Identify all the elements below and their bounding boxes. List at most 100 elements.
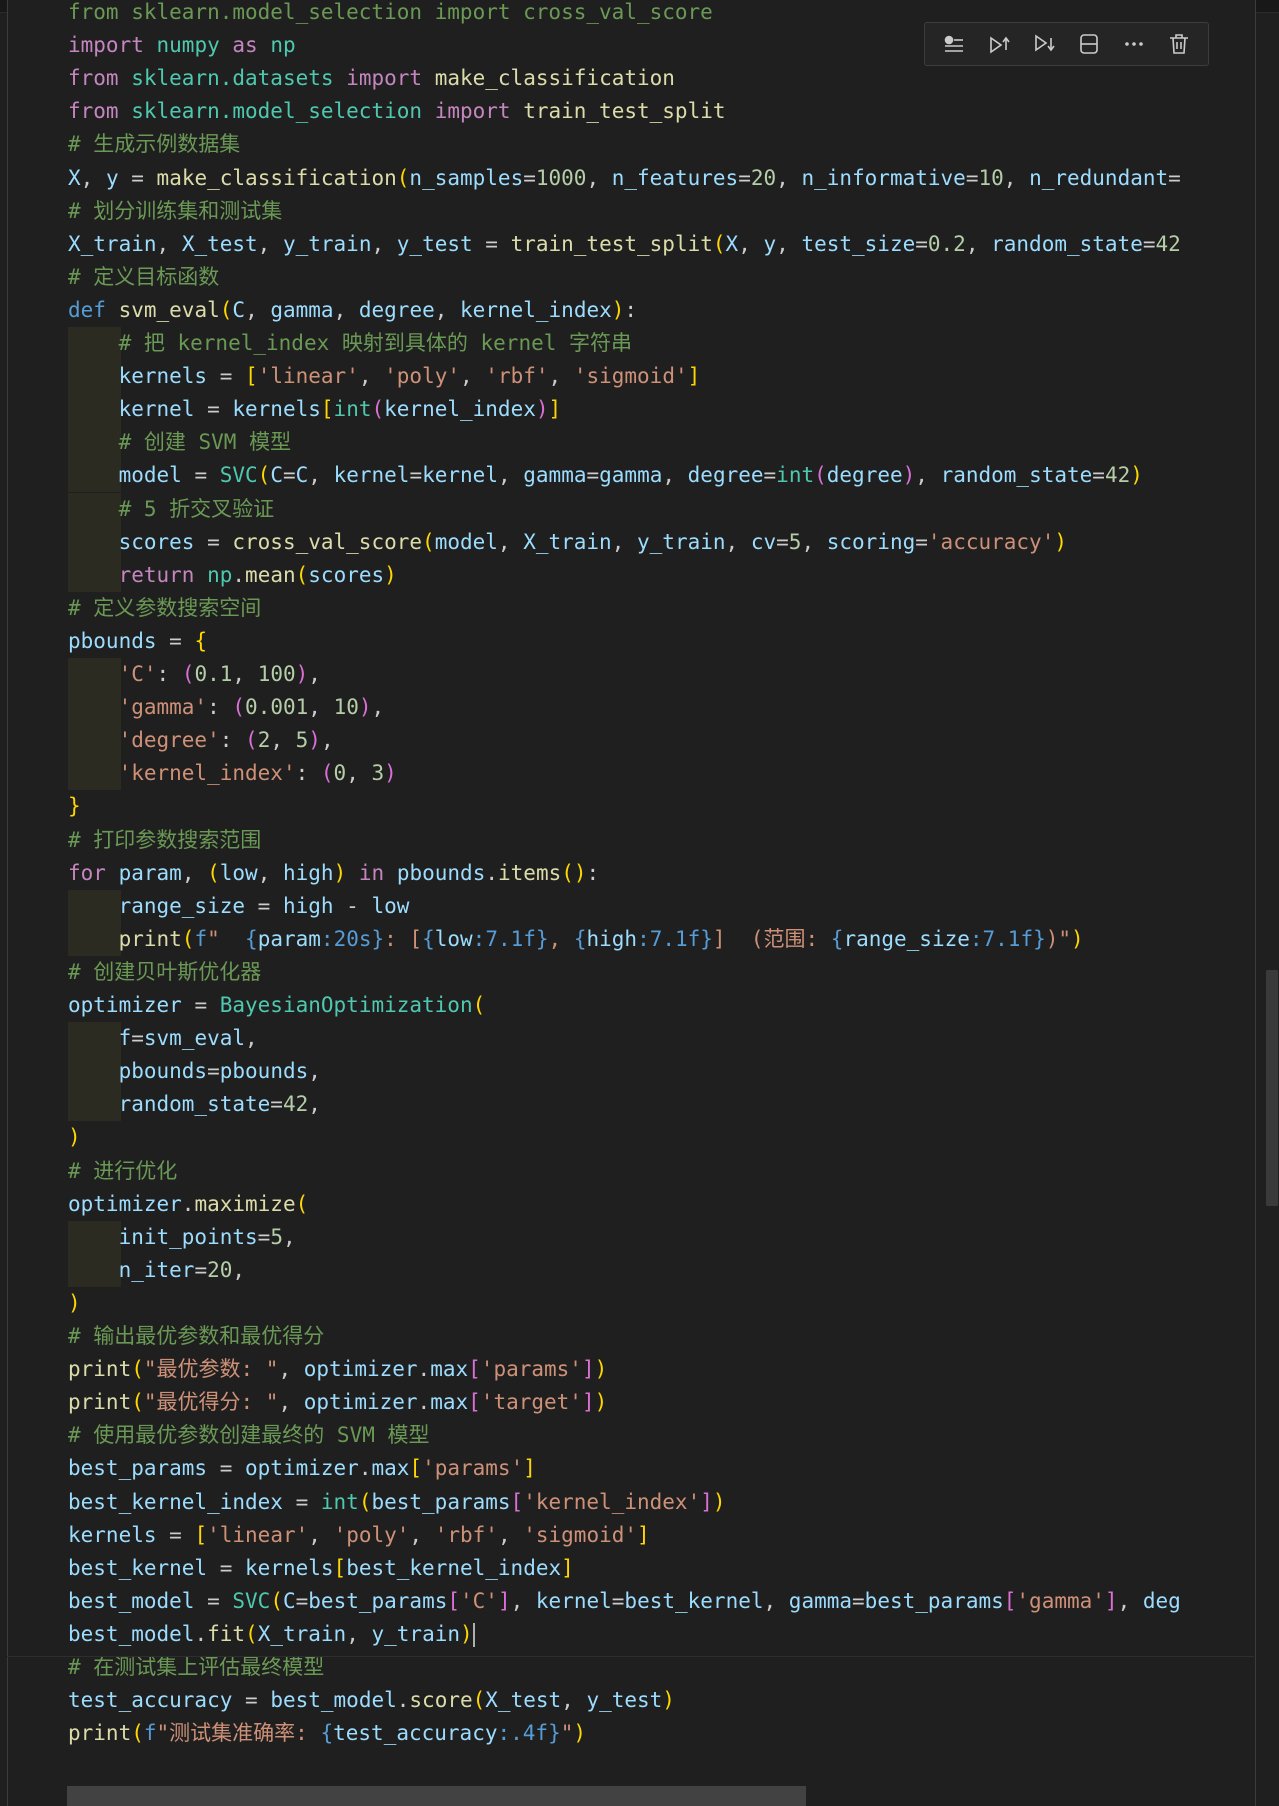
code-token: ] bbox=[581, 1357, 595, 1382]
code-line[interactable]: kernels = ['linear', 'poly', 'rbf', 'sig… bbox=[68, 360, 1255, 393]
code-line[interactable]: # 输出最优参数和最优得分 bbox=[68, 1320, 1255, 1353]
code-line[interactable]: model = SVC(C=C, kernel=kernel, gamma=ga… bbox=[68, 459, 1255, 492]
code-line[interactable]: optimizer.maximize( bbox=[68, 1188, 1255, 1221]
code-token: ( bbox=[232, 695, 246, 720]
code-line[interactable]: for param, (low, high) in pbounds.items(… bbox=[68, 857, 1255, 890]
code-token: ( bbox=[245, 1621, 258, 1646]
code-line[interactable]: range_size = high - low bbox=[68, 890, 1255, 923]
code-token: make_classification bbox=[434, 66, 675, 91]
code-line[interactable]: # 打印参数搜索范围 bbox=[68, 824, 1255, 857]
code-token: pbounds bbox=[118, 1059, 208, 1084]
code-token: = bbox=[194, 1257, 208, 1282]
code-token: kernel bbox=[422, 463, 498, 488]
code-line[interactable]: def svm_eval(C, gamma, degree, kernel_in… bbox=[68, 294, 1255, 327]
code-line[interactable]: kernel = kernels[int(kernel_index)] bbox=[68, 393, 1255, 426]
code-line[interactable]: init_points=5, bbox=[68, 1221, 1255, 1254]
code-token: = bbox=[611, 1588, 625, 1613]
code-line[interactable]: ) bbox=[68, 1121, 1255, 1154]
code-token: from sklearn.model_selection import cros… bbox=[68, 0, 713, 24]
code-line[interactable]: X_train, X_test, y_train, y_test = train… bbox=[68, 228, 1255, 261]
code-token: - bbox=[333, 893, 372, 918]
code-line[interactable]: optimizer = BayesianOptimization( bbox=[68, 989, 1255, 1022]
code-line[interactable]: X, y = make_classification(n_samples=100… bbox=[68, 162, 1255, 195]
code-line[interactable]: # 创建 SVM 模型 bbox=[68, 426, 1255, 459]
horizontal-scrollbar-thumb[interactable] bbox=[67, 1786, 806, 1806]
vertical-scrollbar-thumb[interactable] bbox=[1266, 970, 1278, 1206]
code-line[interactable]: # 生成示例数据集 bbox=[68, 128, 1255, 161]
code-token: n_features bbox=[611, 165, 739, 190]
code-line[interactable]: best_model = SVC(C=best_params['C'], ker… bbox=[68, 1585, 1255, 1618]
code-token: = bbox=[207, 1456, 246, 1481]
code-line[interactable]: # 把 kernel_index 映射到具体的 kernel 字符串 bbox=[68, 327, 1255, 360]
code-line[interactable]: # 创建贝叶斯优化器 bbox=[68, 956, 1255, 989]
code-token: ( bbox=[358, 1489, 372, 1514]
code-line[interactable]: f=svm_eval, bbox=[68, 1022, 1255, 1055]
code-line[interactable]: best_model.fit(X_train, y_train) bbox=[68, 1618, 1255, 1651]
code-line[interactable]: # 定义目标函数 bbox=[68, 261, 1255, 294]
code-token: param bbox=[118, 860, 182, 885]
code-token: [ bbox=[320, 397, 334, 422]
code-token: 'params' bbox=[480, 1357, 582, 1382]
code-line[interactable]: pbounds = { bbox=[68, 625, 1255, 658]
code-line[interactable]: # 使用最优参数创建最终的 SVM 模型 bbox=[68, 1419, 1255, 1452]
code-line[interactable]: 'degree': (2, 5), bbox=[68, 724, 1255, 757]
outline-toggle-button[interactable] bbox=[938, 28, 970, 60]
notebook-code-cell[interactable]: from sklearn.model_selection import cros… bbox=[7, 0, 1256, 1806]
code-line[interactable]: 'kernel_index': (0, 3) bbox=[68, 757, 1255, 790]
code-line[interactable]: # 5 折交叉验证 bbox=[68, 493, 1255, 526]
code-line[interactable]: n_iter=20, bbox=[68, 1254, 1255, 1287]
run-below-button[interactable] bbox=[1028, 28, 1060, 60]
code-token: best_params bbox=[371, 1489, 511, 1514]
code-token: ) bbox=[902, 463, 916, 488]
split-cell-button[interactable] bbox=[1073, 28, 1105, 60]
code-editor[interactable]: from sklearn.model_selection import cros… bbox=[8, 0, 1255, 1806]
code-line[interactable]: test_accuracy = best_model.score(X_test,… bbox=[68, 1684, 1255, 1717]
code-line[interactable]: scores = cross_val_score(model, X_train,… bbox=[68, 526, 1255, 559]
code-line[interactable]: # 定义参数搜索空间 bbox=[68, 592, 1255, 625]
code-line[interactable]: random_state=42, bbox=[68, 1088, 1255, 1121]
code-token: . bbox=[417, 1357, 431, 1382]
code-token: # 使用最优参数创建最终的 SVM 模型 bbox=[68, 1423, 430, 1448]
code-token: 'linear' bbox=[207, 1522, 309, 1547]
code-token: "最优得分: " bbox=[143, 1390, 279, 1415]
code-token: [ bbox=[194, 1522, 208, 1547]
code-line[interactable]: 'C': (0.1, 100), bbox=[68, 658, 1255, 691]
code-line[interactable]: from sklearn.model_selection import trai… bbox=[68, 95, 1255, 128]
code-line[interactable]: print("最优得分: ", optimizer.max['target']) bbox=[68, 1386, 1255, 1419]
code-line[interactable]: pbounds=pbounds, bbox=[68, 1055, 1255, 1088]
code-line[interactable]: print(f"测试集准确率: {test_accuracy:.4f}") bbox=[68, 1717, 1255, 1750]
code-line[interactable]: from sklearn.datasets import make_classi… bbox=[68, 62, 1255, 95]
code-token: ] bbox=[1104, 1588, 1118, 1613]
code-line[interactable]: 'gamma': (0.001, 10), bbox=[68, 691, 1255, 724]
code-line[interactable]: best_kernel = kernels[best_kernel_index] bbox=[68, 1552, 1255, 1585]
code-line[interactable]: print(f" {param:20s}: [{low:7.1f}, {high… bbox=[68, 923, 1255, 956]
code-line[interactable]: } bbox=[68, 790, 1255, 823]
code-line[interactable]: kernels = ['linear', 'poly', 'rbf', 'sig… bbox=[68, 1519, 1255, 1552]
code-token: best_params bbox=[68, 1456, 208, 1481]
code-token: ( bbox=[207, 860, 220, 885]
code-line[interactable]: ) bbox=[68, 1287, 1255, 1320]
more-actions-button[interactable] bbox=[1118, 28, 1150, 60]
code-token: print bbox=[68, 1390, 132, 1415]
code-token: # 创建 SVM 模型 bbox=[118, 430, 292, 455]
code-line[interactable]: best_params = optimizer.max['params'] bbox=[68, 1452, 1255, 1485]
code-line[interactable]: return np.mean(scores) bbox=[68, 559, 1255, 592]
outline-toggle-icon bbox=[944, 35, 963, 52]
run-above-button[interactable] bbox=[983, 28, 1015, 60]
code-token: f bbox=[118, 1026, 132, 1051]
code-token: , bbox=[915, 463, 941, 488]
code-token: : bbox=[156, 662, 182, 686]
code-token: C bbox=[232, 297, 246, 322]
code-token: np bbox=[207, 562, 233, 587]
code-token: fit bbox=[207, 1621, 246, 1646]
code-token: # 划分训练集和测试集 bbox=[68, 198, 283, 223]
code-line[interactable]: print("最优参数: ", optimizer.max['params']) bbox=[68, 1353, 1255, 1386]
code-token: ( bbox=[181, 926, 195, 951]
code-line[interactable]: best_kernel_index = int(best_params['ker… bbox=[68, 1486, 1255, 1519]
code-line[interactable]: # 划分训练集和测试集 bbox=[68, 195, 1255, 228]
code-token: ) bbox=[594, 1390, 608, 1415]
code-token: = bbox=[257, 1224, 271, 1249]
delete-cell-button[interactable] bbox=[1163, 28, 1195, 60]
code-line[interactable]: # 进行优化 bbox=[68, 1155, 1255, 1188]
